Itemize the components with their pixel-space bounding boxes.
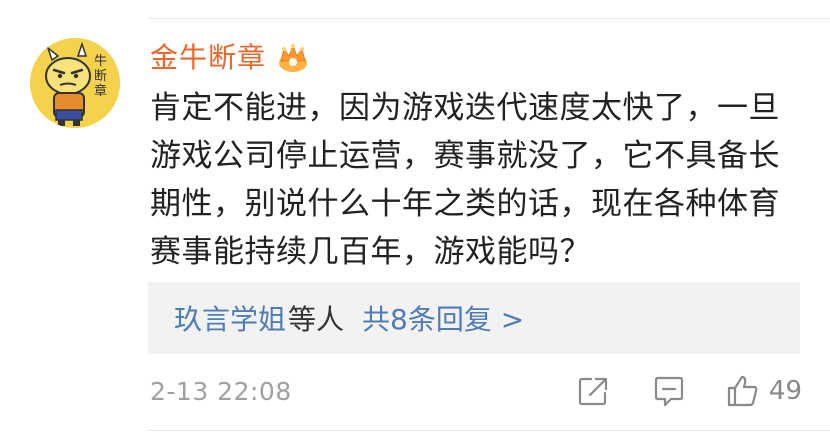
avatar[interactable]: 牛断章 [30, 38, 120, 128]
like-button[interactable]: 49 [725, 373, 802, 409]
like-count: 49 [768, 376, 802, 406]
comment-footer: 2-13 22:08 49 [150, 368, 802, 414]
reply-count-link[interactable]: 共8条回复 > [362, 298, 524, 338]
top-divider [148, 18, 830, 19]
reply-user-link[interactable]: 玖言学姐 [174, 298, 286, 338]
username-row: 金牛断章 [150, 38, 310, 78]
comment-button[interactable] [651, 373, 687, 409]
crown-badge-icon[interactable] [276, 43, 310, 73]
thumbs-up-icon [727, 375, 758, 407]
repost-button[interactable] [575, 373, 611, 409]
repost-icon [578, 377, 608, 406]
comment-text: 肯定不能进，因为游戏迭代速度太快了，一旦游戏公司停止运营，赛事就没了，它不具备长… [150, 90, 780, 270]
comment-item: 牛断章 金牛断章 肯定不能进，因为游戏迭代速度太快了，一旦游戏公司停止运营，赛事… [0, 0, 830, 441]
bottom-divider [148, 430, 830, 431]
timestamp: 2-13 22:08 [150, 376, 292, 406]
username-link[interactable]: 金牛断章 [150, 38, 266, 78]
reply-others-label: 等人 [288, 303, 345, 336]
avatar-text: 牛断章 [94, 54, 108, 99]
comment-icon [654, 376, 684, 407]
replies-preview[interactable]: 玖言学姐 等人 共8条回复 > [148, 282, 800, 354]
